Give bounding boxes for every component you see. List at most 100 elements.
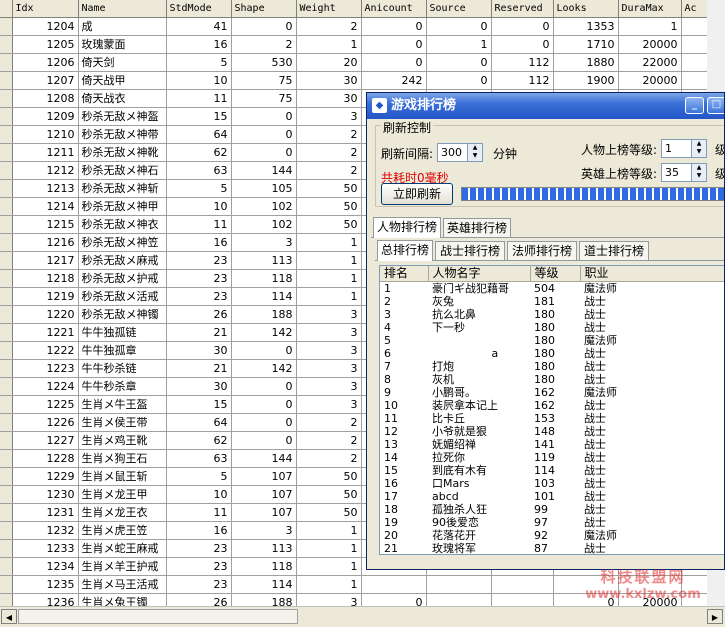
table-cell[interactable]: 50	[296, 485, 362, 504]
table-cell[interactable]: 3	[296, 341, 362, 360]
table-cell[interactable]: 成	[78, 17, 167, 36]
table-cell[interactable]: 50	[296, 467, 362, 486]
table-cell[interactable]: 生肖メ狗王石	[78, 449, 167, 468]
table-cell[interactable]: 63	[166, 449, 232, 468]
table-cell[interactable]: 30	[296, 89, 362, 108]
table-cell[interactable]: 23	[166, 557, 232, 576]
table-cell[interactable]: 秒杀无敌メ神斩	[78, 179, 167, 198]
table-cell[interactable]: 118	[231, 557, 297, 576]
table-cell[interactable]: 11	[166, 215, 232, 234]
table-cell[interactable]: 1219	[12, 287, 79, 306]
table-cell[interactable]: 2	[296, 449, 362, 468]
list-item[interactable]: 15 到底有木有 114 战士	[380, 464, 724, 477]
row-indicator[interactable]	[0, 377, 13, 396]
row-indicator[interactable]	[0, 305, 13, 324]
column-header[interactable]: Looks	[553, 0, 619, 18]
table-cell[interactable]: 50	[296, 197, 362, 216]
table-cell[interactable]: 秒杀无敌メ神石	[78, 161, 167, 180]
list-item[interactable]: 5 180 魔法师	[380, 334, 724, 347]
table-cell[interactable]: 0	[231, 341, 297, 360]
table-cell[interactable]: 生肖メ鼠王斩	[78, 467, 167, 486]
row-indicator[interactable]	[0, 251, 13, 270]
table-cell[interactable]: 生肖メ龙王甲	[78, 485, 167, 504]
table-cell[interactable]: 3	[296, 305, 362, 324]
refresh-now-button[interactable]: 立即刷新	[381, 183, 453, 205]
table-cell[interactable]: 1215	[12, 215, 79, 234]
table-cell[interactable]: 11	[166, 503, 232, 522]
table-cell[interactable]	[491, 593, 554, 606]
tab-taoist-ranking[interactable]: 道士排行榜	[579, 241, 649, 260]
table-cell[interactable]: 105	[231, 179, 297, 198]
row-indicator[interactable]	[0, 557, 13, 576]
table-cell[interactable]: 1	[296, 287, 362, 306]
table-cell[interactable]: 107	[231, 467, 297, 486]
table-cell[interactable]: 21	[166, 323, 232, 342]
table-cell[interactable]: 2	[296, 161, 362, 180]
column-header[interactable]: Reserved	[491, 0, 554, 18]
table-cell[interactable]: 1213	[12, 179, 79, 198]
table-cell[interactable]: 188	[231, 593, 297, 606]
table-cell[interactable]: 生肖メ羊王护戒	[78, 557, 167, 576]
table-cell[interactable]: 1210	[12, 125, 79, 144]
table-cell[interactable]	[361, 575, 427, 594]
row-indicator[interactable]	[0, 269, 13, 288]
table-cell[interactable]: 1205	[12, 35, 79, 54]
table-cell[interactable]: 秒杀无敌メ活戒	[78, 287, 167, 306]
table-cell[interactable]: 1234	[12, 557, 79, 576]
table-cell[interactable]: 0	[231, 377, 297, 396]
table-cell[interactable]: 23	[166, 575, 232, 594]
list-item[interactable]: 12 小爷就是狠 148 战士	[380, 425, 724, 438]
table-cell[interactable]: 秒杀无敌メ神衣	[78, 215, 167, 234]
column-header[interactable]: StdMode	[166, 0, 232, 18]
table-cell[interactable]: 62	[166, 431, 232, 450]
column-header[interactable]: Idx	[12, 0, 79, 18]
table-cell[interactable]: 0	[231, 125, 297, 144]
row-indicator[interactable]	[0, 161, 13, 180]
table-cell[interactable]: 113	[231, 539, 297, 558]
row-indicator[interactable]	[0, 413, 13, 432]
list-item[interactable]: 2 灰兔 181 战士	[380, 295, 724, 308]
table-cell[interactable]: 1228	[12, 449, 79, 468]
table-cell[interactable]: 10	[166, 71, 232, 90]
table-cell[interactable]: 3	[296, 395, 362, 414]
table-cell[interactable]: 15	[166, 395, 232, 414]
table-cell[interactable]: 3	[296, 593, 362, 606]
tab-player-ranking[interactable]: 人物排行榜	[373, 217, 441, 238]
table-cell[interactable]: 3	[231, 521, 297, 540]
row-indicator[interactable]	[0, 107, 13, 126]
table-cell[interactable]: 26	[166, 593, 232, 606]
table-cell[interactable]: 102	[231, 215, 297, 234]
table-cell[interactable]: 秒杀无敌メ神带	[78, 125, 167, 144]
row-indicator[interactable]	[0, 35, 13, 54]
table-cell[interactable]: 30	[296, 71, 362, 90]
table-cell[interactable]: 530	[231, 53, 297, 72]
table-cell[interactable]: 63	[166, 161, 232, 180]
ranking-column-header[interactable]: 职业	[580, 266, 724, 282]
row-indicator[interactable]	[0, 323, 13, 342]
ranking-list[interactable]: 排名 人物名字 等级 职业 1 豪门ギ战犯藉哥 504 魔法师 2 灰兔 181 战士 3 抗么北鼻 18…	[379, 265, 724, 555]
player-level-stepper[interactable]: 1 ▲ ▼	[661, 139, 707, 158]
table-cell[interactable]: 1900	[553, 71, 619, 90]
table-cell[interactable]: 生肖メ牛王盔	[78, 395, 167, 414]
tab-mage-ranking[interactable]: 法师排行榜	[507, 241, 577, 260]
column-header[interactable]: DuraMax	[618, 0, 682, 18]
table-cell[interactable]: 1	[296, 269, 362, 288]
table-cell[interactable]: 1212	[12, 161, 79, 180]
table-cell[interactable]: 牛牛独孤链	[78, 323, 167, 342]
table-cell[interactable]: 0	[491, 35, 554, 54]
table-cell[interactable]: 1204	[12, 17, 79, 36]
table-cell[interactable]: 2	[296, 17, 362, 36]
table-cell[interactable]: 3	[231, 233, 297, 252]
table-cell[interactable]: 1231	[12, 503, 79, 522]
scroll-right-icon[interactable]: ▶	[707, 609, 723, 624]
table-cell[interactable]: 3	[296, 323, 362, 342]
table-cell[interactable]: 10	[166, 197, 232, 216]
table-cell[interactable]	[491, 575, 554, 594]
row-indicator[interactable]	[0, 341, 13, 360]
table-cell[interactable]: 1211	[12, 143, 79, 162]
row-indicator[interactable]	[0, 233, 13, 252]
list-item[interactable]: 16 口Mars 103 战士	[380, 477, 724, 490]
row-indicator[interactable]	[0, 197, 13, 216]
row-indicator[interactable]	[0, 395, 13, 414]
table-cell[interactable]: 0	[426, 17, 492, 36]
